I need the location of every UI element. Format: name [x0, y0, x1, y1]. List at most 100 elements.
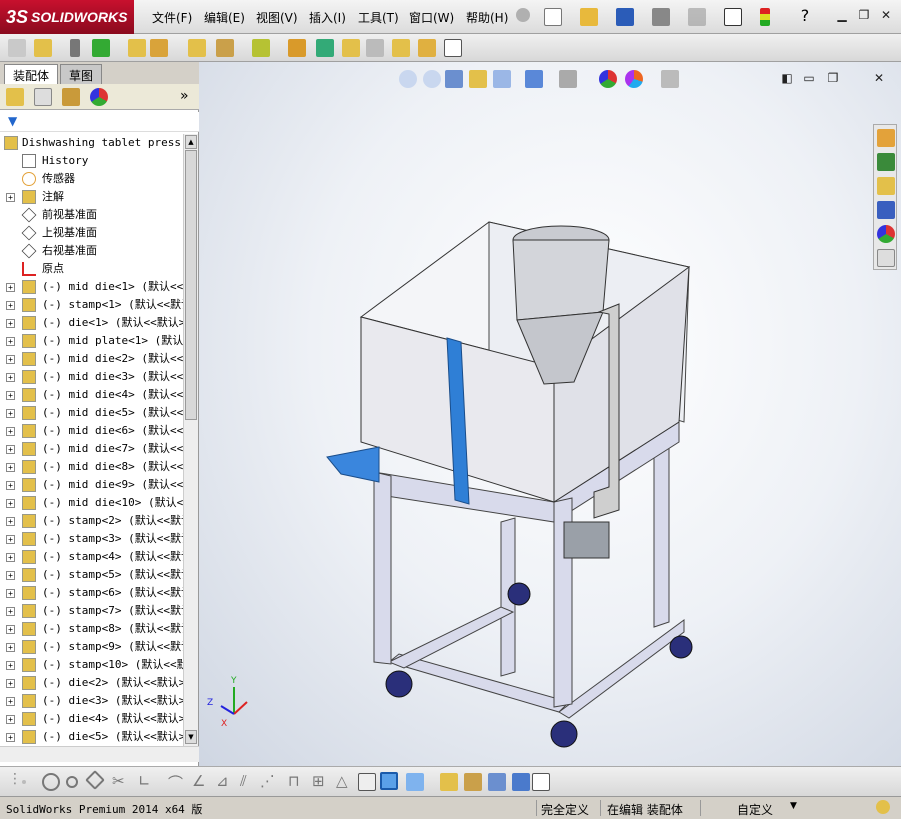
help-icon[interactable]: ? — [796, 6, 814, 25]
expand-icon[interactable]: + — [6, 553, 15, 562]
expand-icon[interactable]: + — [6, 283, 15, 292]
expand-icon[interactable]: + — [6, 193, 15, 202]
rebuild-traffic-light-icon[interactable] — [760, 8, 770, 26]
point-icon[interactable] — [22, 780, 26, 784]
tab-sketch[interactable]: 草图 — [60, 64, 103, 84]
filter-icon[interactable]: ▼ — [8, 114, 17, 128]
tree-item[interactable]: + (-) stamp<1> (默认<<默认 — [0, 296, 183, 314]
print-icon[interactable] — [652, 8, 670, 26]
trim-icon[interactable]: ✂ — [112, 772, 125, 790]
scroll-up-icon[interactable]: ▲ — [185, 135, 197, 149]
library-icon[interactable] — [440, 773, 458, 791]
graphics-viewport[interactable]: ◧ ▭ ❐ ✕ Y Z X — [199, 62, 901, 766]
menu-help[interactable]: 帮助(H) — [466, 9, 508, 26]
tree-item[interactable]: + (-) die<1> (默认<<默认> — [0, 314, 183, 332]
menu-window[interactable]: 窗口(W) — [409, 9, 454, 26]
scroll-down-icon[interactable]: ▼ — [185, 730, 197, 744]
tree-scrollbar[interactable]: ▲ ▼ — [183, 134, 198, 746]
smart-fasteners-icon[interactable] — [128, 39, 146, 57]
expand-icon[interactable]: + — [6, 715, 15, 724]
menu-edit[interactable]: 编辑(E) — [204, 9, 245, 26]
tree-filter[interactable]: ▼ — [0, 112, 199, 132]
panel-hscroll[interactable] — [0, 746, 199, 762]
expand-icon[interactable]: + — [6, 373, 15, 382]
menu-tools[interactable]: 工具(T) — [358, 9, 399, 26]
tree-item[interactable]: + (-) mid die<9> (默认<<默 — [0, 476, 183, 494]
assembly-features-icon[interactable] — [216, 39, 234, 57]
file-explorer-icon[interactable] — [877, 177, 895, 195]
show-hidden-icon[interactable] — [188, 39, 206, 57]
tree-item[interactable]: + (-) stamp<10> (默认<<默 — [0, 656, 183, 674]
tree-item[interactable]: + (-) mid die<6> (默认<<默 — [0, 422, 183, 440]
circle-icon[interactable] — [42, 773, 60, 791]
close-button[interactable]: ✕ — [878, 7, 894, 23]
tree-item[interactable]: 原点 — [0, 260, 183, 278]
tree-item[interactable]: History — [0, 152, 183, 170]
offset-icon[interactable]: ∠ — [192, 772, 205, 790]
table-icon[interactable] — [532, 773, 550, 791]
expand-icon[interactable]: + — [6, 391, 15, 400]
custom-properties-icon[interactable] — [877, 249, 895, 267]
save-icon[interactable] — [616, 8, 634, 26]
view-cube-icon[interactable] — [406, 773, 424, 791]
expand-icon[interactable]: + — [6, 409, 15, 418]
tab-assembly[interactable]: 装配体 — [4, 64, 59, 84]
tree-item[interactable]: + (-) stamp<2> (默认<<默认 — [0, 512, 183, 530]
expand-icon[interactable]: + — [6, 535, 15, 544]
tree-item[interactable]: + (-) mid die<1> (默认<<默 — [0, 278, 183, 296]
mate-reference-icon[interactable] — [464, 773, 482, 791]
expand-icon[interactable]: + — [6, 463, 15, 472]
expand-icon[interactable]: + — [6, 625, 15, 634]
expand-icon[interactable]: + — [6, 571, 15, 580]
mirror-icon[interactable]: ⊿ — [216, 772, 229, 790]
point-circle-icon[interactable] — [66, 776, 78, 788]
expand-icon[interactable]: + — [6, 337, 15, 346]
assembly-model[interactable]: Y Z X — [199, 62, 901, 766]
expand-icon[interactable]: + — [6, 445, 15, 454]
menu-file[interactable]: 文件(F) — [152, 9, 192, 26]
tree-item[interactable]: + (-) stamp<9> (默认<<默认 — [0, 638, 183, 656]
status-units[interactable]: 自定义 — [737, 801, 773, 818]
feature-manager-icon[interactable] — [6, 88, 24, 106]
expand-icon[interactable]: + — [6, 355, 15, 364]
tree-item[interactable]: + (-) stamp<6> (默认<<默认 — [0, 584, 183, 602]
display-manager-icon[interactable] — [90, 88, 108, 106]
tree-item[interactable]: + 注解 — [0, 188, 183, 206]
exploded-view-icon[interactable] — [342, 39, 360, 57]
restore-button[interactable]: ❐ — [856, 7, 872, 23]
expand-icon[interactable]: + — [6, 319, 15, 328]
construction-icon[interactable]: ⋰ — [260, 772, 275, 790]
box-select-icon[interactable] — [358, 773, 376, 791]
property-manager-icon[interactable] — [34, 88, 52, 106]
linear-pattern-icon[interactable] — [92, 39, 110, 57]
open-folder-icon[interactable] — [580, 8, 598, 26]
tree-item[interactable]: + (-) mid die<4> (默认<<默 — [0, 386, 183, 404]
tree-item[interactable]: + (-) die<3> (默认<<默认> — [0, 692, 183, 710]
bill-of-materials-icon[interactable] — [316, 39, 334, 57]
tree-item[interactable]: + (-) mid plate<1> (默认< — [0, 332, 183, 350]
pin-icon[interactable] — [516, 8, 530, 22]
undo-icon[interactable] — [688, 8, 706, 26]
units-dropdown-icon[interactable]: ▼ — [790, 801, 797, 811]
expand-icon[interactable]: + — [6, 661, 15, 670]
tree-item[interactable]: 右视基准面 — [0, 242, 183, 260]
tree-item[interactable]: + (-) stamp<3> (默认<<默认 — [0, 530, 183, 548]
dimension-icon[interactable]: ⊓ — [288, 772, 300, 790]
design-library-icon[interactable] — [877, 153, 895, 171]
move-component-icon[interactable] — [150, 39, 168, 57]
new-document-icon[interactable] — [544, 8, 562, 26]
reference-geometry-icon[interactable] — [252, 39, 270, 57]
expand-icon[interactable]: + — [6, 679, 15, 688]
expand-icon[interactable]: + — [6, 481, 15, 490]
mass-properties-icon[interactable] — [512, 773, 530, 791]
tree-item[interactable]: + (-) mid die<8> (默认<<默 — [0, 458, 183, 476]
tree-item[interactable]: 传感器 — [0, 170, 183, 188]
menu-view[interactable]: 视图(V) — [256, 9, 298, 26]
line-icon[interactable]: ∟ — [138, 772, 151, 790]
insert-component-icon[interactable] — [34, 39, 52, 57]
expand-icon[interactable]: + — [6, 589, 15, 598]
tree-item[interactable]: 前视基准面 — [0, 206, 183, 224]
expand-icon[interactable]: + — [6, 517, 15, 526]
solidworks-logo[interactable]: 3S SOLIDWORKS — [0, 0, 134, 34]
tree-item[interactable]: + (-) stamp<8> (默认<<默认 — [0, 620, 183, 638]
